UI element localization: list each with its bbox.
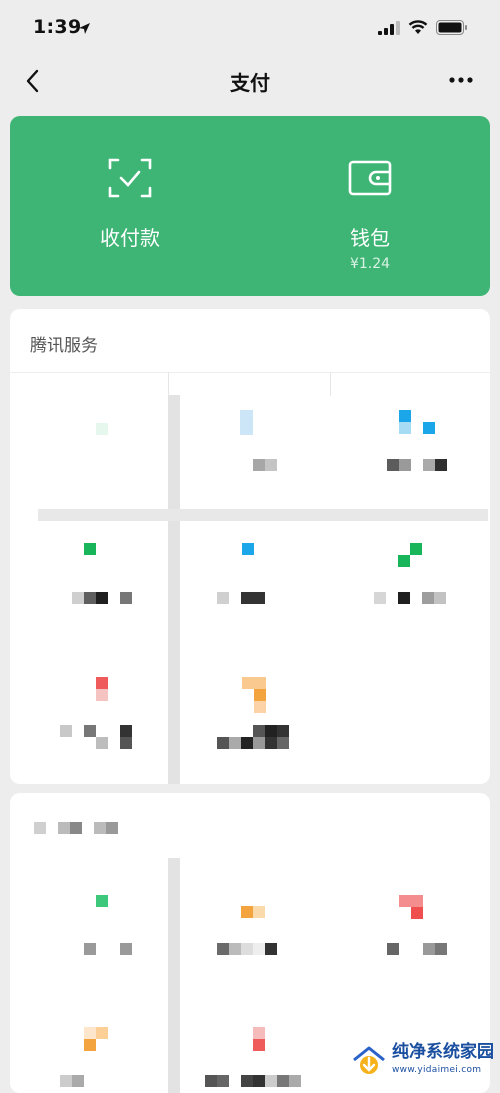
service-item[interactable] <box>170 651 330 781</box>
signal-icon <box>378 20 400 35</box>
divider <box>10 372 490 373</box>
watermark-url: www.yidaimei.com <box>392 1065 482 1075</box>
section-title: 腾讯服务 <box>30 336 98 356</box>
receive-pay-button[interactable]: 收付款 <box>10 116 250 296</box>
service-item[interactable] <box>170 379 330 509</box>
service-item[interactable] <box>10 379 170 509</box>
watermark: 纯净系统家园 www.yidaimei.com <box>352 1043 494 1079</box>
nav-bar: 支付 <box>0 58 500 104</box>
pay-card: 收付款 钱包 ¥1.24 <box>10 116 490 296</box>
service-label <box>72 592 132 604</box>
service-label <box>217 592 265 604</box>
wallet-button[interactable]: 钱包 ¥1.24 <box>250 116 490 296</box>
service-icon <box>240 410 253 435</box>
wifi-icon <box>408 20 428 34</box>
service-label <box>84 943 132 955</box>
service-item[interactable] <box>170 871 330 1001</box>
section-title <box>34 822 118 834</box>
service-label <box>387 459 447 471</box>
receive-pay-label: 收付款 <box>100 226 160 250</box>
service-icon <box>96 423 108 435</box>
wallet-label: 钱包 <box>350 226 390 250</box>
service-icon <box>84 543 96 555</box>
status-bar: 1:39 <box>0 0 500 58</box>
page-title: 支付 <box>230 71 270 95</box>
service-item[interactable] <box>330 379 490 509</box>
service-label <box>374 592 446 604</box>
tencent-services-card: 腾讯服务 <box>10 309 490 784</box>
battery-icon <box>436 20 467 35</box>
more-button[interactable] <box>448 70 474 90</box>
service-icon <box>96 895 108 907</box>
status-time: 1:39 <box>33 16 82 38</box>
service-label <box>253 459 277 471</box>
wallet-icon <box>348 160 392 196</box>
more-dots-icon <box>449 77 473 83</box>
service-label <box>217 943 277 955</box>
wallet-balance: ¥1.24 <box>349 256 391 272</box>
logo-icon <box>353 1046 385 1074</box>
service-item[interactable] <box>330 521 490 651</box>
service-item[interactable] <box>170 521 330 651</box>
service-icon <box>242 543 254 555</box>
service-label <box>387 943 447 955</box>
service-item[interactable] <box>10 1001 170 1093</box>
scan-frame-icon <box>108 158 152 198</box>
watermark-name: 纯净系统家园 <box>392 1042 494 1062</box>
service-item[interactable] <box>10 521 170 651</box>
location-arrow-icon <box>79 23 90 34</box>
grid-divider <box>38 509 488 521</box>
service-label <box>60 1075 84 1087</box>
service-label <box>205 1075 301 1087</box>
service-item[interactable] <box>10 871 170 1001</box>
service-item[interactable] <box>330 871 490 1001</box>
service-item[interactable] <box>170 1001 330 1093</box>
service-item[interactable] <box>10 651 170 781</box>
